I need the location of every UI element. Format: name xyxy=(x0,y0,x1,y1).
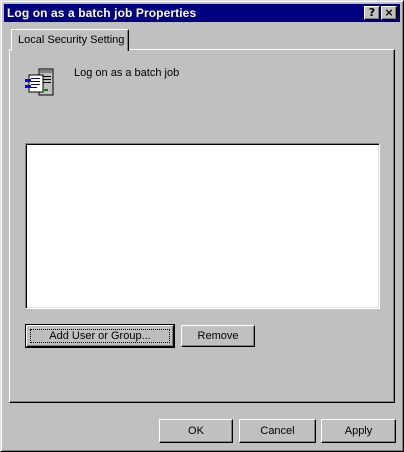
cancel-label: Cancel xyxy=(260,425,295,437)
properties-dialog: Log on as a batch job Properties ? × Loc… xyxy=(0,0,404,452)
policy-server-document-icon xyxy=(25,68,54,96)
apply-label: Apply xyxy=(344,425,373,437)
remove-label: Remove xyxy=(197,330,239,342)
apply-button[interactable]: Apply xyxy=(321,419,396,443)
help-icon: ? xyxy=(368,6,376,19)
add-user-or-group-button[interactable]: Add User or Group... xyxy=(25,324,175,348)
close-button[interactable]: × xyxy=(381,6,397,20)
focus-ring xyxy=(30,329,170,343)
title-bar[interactable]: Log on as a batch job Properties ? × xyxy=(4,4,400,22)
cancel-button[interactable]: Cancel xyxy=(239,419,316,443)
members-listbox[interactable] xyxy=(25,143,380,309)
policy-name-label: Log on as a batch job xyxy=(74,67,180,79)
close-icon: × xyxy=(384,6,394,19)
tab-local-security-setting[interactable]: Local Security Setting xyxy=(11,29,129,51)
ok-label: OK xyxy=(188,425,204,437)
ok-button[interactable]: OK xyxy=(159,419,233,443)
remove-button[interactable]: Remove xyxy=(181,325,255,347)
tab-label: Local Security Setting xyxy=(18,34,125,46)
window-title: Log on as a batch job Properties xyxy=(7,6,197,20)
help-button[interactable]: ? xyxy=(364,6,380,20)
